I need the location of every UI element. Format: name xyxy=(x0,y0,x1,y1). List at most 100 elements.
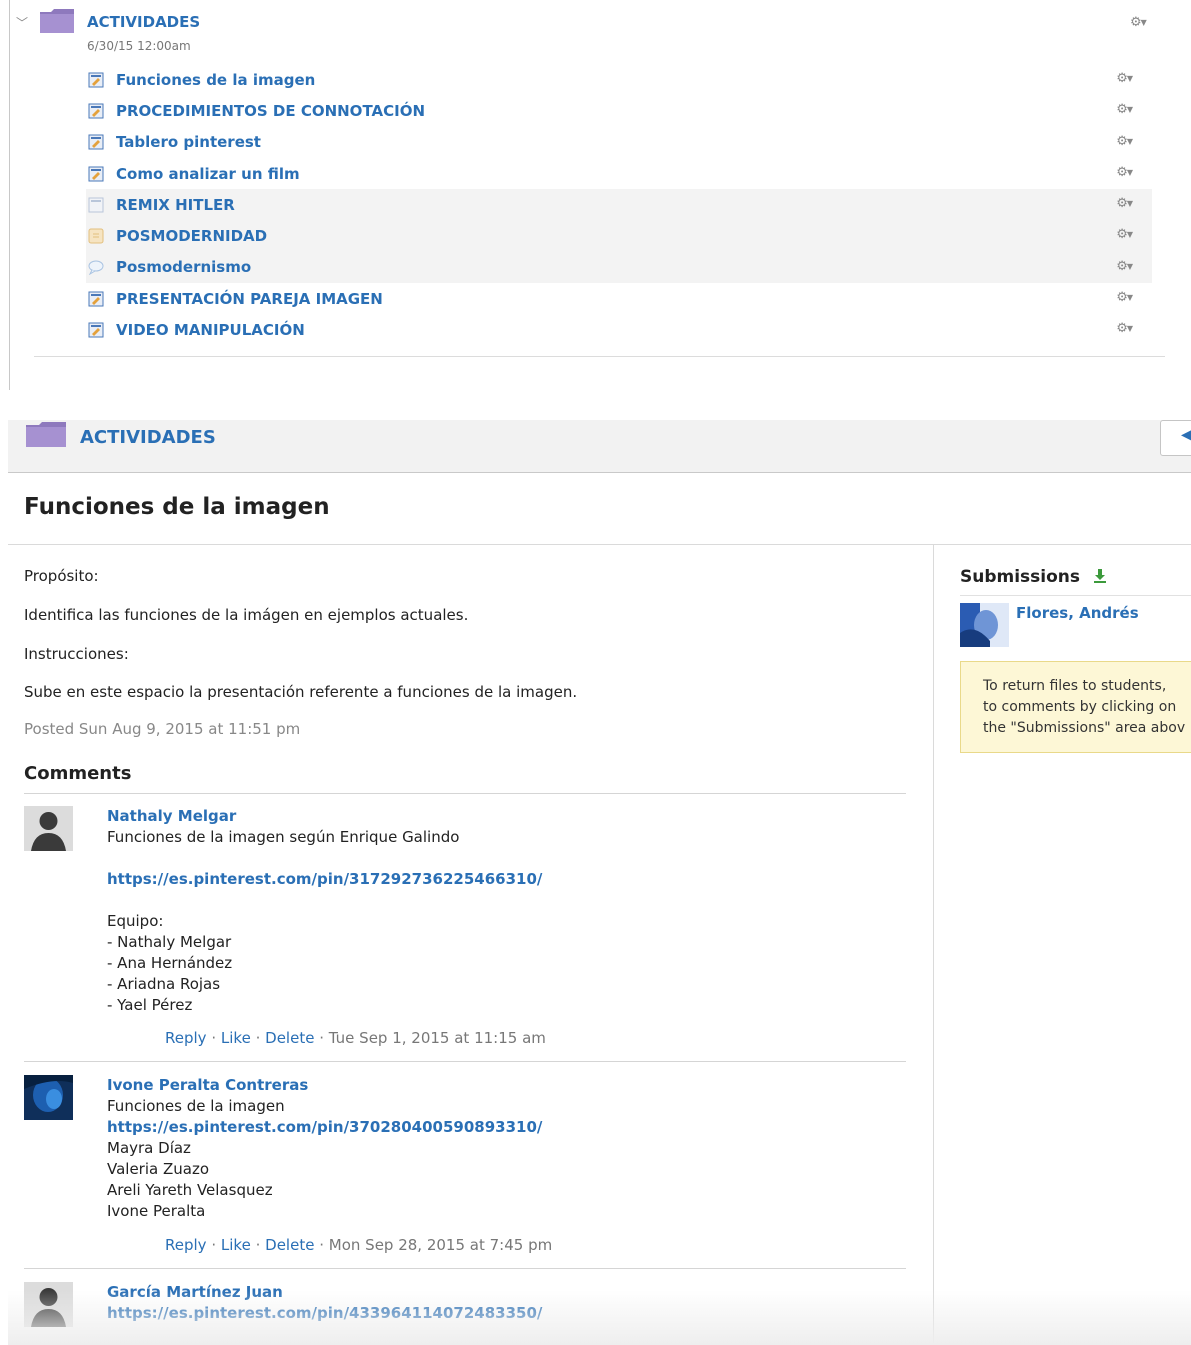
discussion-icon xyxy=(88,260,104,276)
comments-heading: Comments xyxy=(24,763,132,784)
like-link[interactable]: Like xyxy=(221,1236,251,1254)
module-item-label[interactable]: Posmodernismo xyxy=(116,258,251,276)
like-link[interactable]: Like xyxy=(221,1029,251,1047)
item-settings-gear-icon[interactable]: ⚙▼ xyxy=(1116,71,1133,86)
comment-text: Ivone Peralta xyxy=(107,1202,206,1220)
comment-divider xyxy=(24,1061,906,1062)
module-settings-gear-icon[interactable]: ⚙▼ xyxy=(1130,15,1147,30)
separator: · xyxy=(319,1236,324,1254)
module-item-label[interactable]: PRESENTACIÓN PAREJA IMAGEN xyxy=(116,290,383,308)
delete-link[interactable]: Delete xyxy=(265,1236,314,1254)
module-item[interactable]: Funciones de la imagen ⚙▼ xyxy=(86,64,1152,95)
module-item[interactable]: REMIX HITLER ⚙▼ xyxy=(86,189,1152,221)
comment-body: García Martínez Juan https://es.pinteres… xyxy=(107,1282,897,1324)
item-settings-gear-icon[interactable]: ⚙▼ xyxy=(1116,134,1133,149)
module-panel: ﹀ ACTIVIDADES 6/30/15 12:00am ⚙▼ Funcion… xyxy=(0,0,1191,390)
module-item[interactable]: Tablero pinterest ⚙▼ xyxy=(86,127,1152,158)
separator: · xyxy=(255,1236,261,1254)
submissions-title: Submissions xyxy=(960,567,1081,587)
title-divider xyxy=(8,544,1191,545)
item-settings-gear-icon[interactable]: ⚙▼ xyxy=(1116,290,1133,305)
module-item-label[interactable]: VIDEO MANIPULACIÓN xyxy=(116,321,305,339)
comment-text: Mayra Díaz xyxy=(107,1139,191,1157)
assignment-icon xyxy=(88,72,104,88)
assignment-icon xyxy=(88,134,104,150)
separator: · xyxy=(211,1029,217,1047)
comment-text: Funciones de la imagen según Enrique Gal… xyxy=(107,828,460,846)
item-settings-gear-icon[interactable]: ⚙▼ xyxy=(1116,165,1133,180)
page-title: Funciones de la imagen xyxy=(24,494,330,520)
comment-author[interactable]: García Martínez Juan xyxy=(107,1282,897,1303)
item-settings-gear-icon[interactable]: ⚙▼ xyxy=(1116,321,1133,336)
header-module-title[interactable]: ACTIVIDADES xyxy=(80,427,216,448)
module-item-label[interactable]: REMIX HITLER xyxy=(116,196,235,214)
comment-body: Nathaly Melgar Funciones de la imagen se… xyxy=(107,806,897,1016)
assignment-text: Sube en este espacio la presentación ref… xyxy=(24,683,578,701)
collapse-chevron-icon[interactable]: ﹀ xyxy=(16,14,28,31)
comment-text: - Ariadna Rojas xyxy=(107,975,221,993)
comment-text: - Nathaly Melgar xyxy=(107,933,232,951)
assignment-icon xyxy=(88,103,104,119)
separator: · xyxy=(211,1236,217,1254)
item-settings-gear-icon[interactable]: ⚙▼ xyxy=(1116,227,1133,242)
submissions-note: To return files to students, to comments… xyxy=(960,661,1191,753)
comment-link[interactable]: https://es.pinterest.com/pin/37028040059… xyxy=(107,1117,897,1138)
column-divider xyxy=(933,545,934,1345)
avatar xyxy=(24,1282,73,1327)
module-item-label[interactable]: PROCEDIMIENTOS DE CONNOTACIÓN xyxy=(116,102,425,120)
module-item-label[interactable]: Como analizar un film xyxy=(116,165,300,183)
comment-text: Valeria Zuazo xyxy=(107,1160,210,1178)
assignment-text: Propósito: xyxy=(24,567,99,585)
quiz-icon xyxy=(88,228,104,244)
module-divider xyxy=(34,356,1165,357)
item-settings-gear-icon[interactable]: ⚙▼ xyxy=(1116,259,1133,274)
delete-link[interactable]: Delete xyxy=(265,1029,314,1047)
module-header-bar: ACTIVIDADES ◀ xyxy=(8,420,1191,473)
module-date: 6/30/15 12:00am xyxy=(87,39,191,53)
module-item[interactable]: VIDEO MANIPULACIÓN ⚙▼ xyxy=(86,314,1152,345)
module-border xyxy=(9,0,10,390)
comment-actions: Reply · Like · Delete · Mon Sep 28, 2015… xyxy=(165,1236,552,1254)
comment-actions: Reply · Like · Delete · Tue Sep 1, 2015 … xyxy=(165,1029,546,1047)
module-item-label[interactable]: Tablero pinterest xyxy=(116,133,261,151)
module-item-label[interactable]: POSMODERNIDAD xyxy=(116,227,267,245)
avatar xyxy=(960,603,1009,647)
separator: · xyxy=(319,1029,324,1047)
module-item[interactable]: PROCEDIMIENTOS DE CONNOTACIÓN ⚙▼ xyxy=(86,95,1152,126)
module-item-label[interactable]: Funciones de la imagen xyxy=(116,71,315,89)
comment-author[interactable]: Ivone Peralta Contreras xyxy=(107,1075,897,1096)
back-button[interactable]: ◀ xyxy=(1160,420,1191,456)
comment-link[interactable]: https://es.pinterest.com/pin/31729273622… xyxy=(107,869,897,890)
reply-link[interactable]: Reply xyxy=(165,1029,207,1047)
item-settings-gear-icon[interactable]: ⚙▼ xyxy=(1116,196,1133,211)
module-title[interactable]: ACTIVIDADES xyxy=(87,13,200,31)
submission-student[interactable]: Flores, Andrés xyxy=(1016,604,1139,622)
reply-link[interactable]: Reply xyxy=(165,1236,207,1254)
note-line: to comments by clicking on xyxy=(983,699,1177,715)
comment-date: Mon Sep 28, 2015 at 7:45 pm xyxy=(328,1236,553,1254)
separator: · xyxy=(255,1029,261,1047)
comments-divider xyxy=(24,793,906,794)
download-icon[interactable] xyxy=(1092,568,1108,584)
assignment-icon xyxy=(88,166,104,182)
comment-body: Ivone Peralta Contreras Funciones de la … xyxy=(107,1075,897,1222)
item-settings-gear-icon[interactable]: ⚙▼ xyxy=(1116,102,1133,117)
module-item[interactable]: Posmodernismo ⚙▼ xyxy=(86,251,1152,284)
comment-text: Areli Yareth Velasquez xyxy=(107,1181,273,1199)
module-item-list: Funciones de la imagen ⚙▼ PROCEDIMIENTOS… xyxy=(86,64,1152,346)
note-line: To return files to students, xyxy=(983,678,1167,694)
assignment-icon xyxy=(88,322,104,338)
comment-author[interactable]: Nathaly Melgar xyxy=(107,806,897,827)
assignment-icon xyxy=(88,291,104,307)
comment-link[interactable]: https://es.pinterest.com/pin/43396411407… xyxy=(107,1303,897,1324)
assignment-icon xyxy=(88,197,104,213)
comment-date: Tue Sep 1, 2015 at 11:15 am xyxy=(328,1029,546,1047)
note-line: the "Submissions" area abov xyxy=(983,720,1186,736)
avatar xyxy=(24,1075,73,1120)
module-item[interactable]: Como analizar un film ⚙▼ xyxy=(86,158,1152,189)
posted-date: Posted Sun Aug 9, 2015 at 11:51 pm xyxy=(24,720,301,738)
module-item[interactable]: POSMODERNIDAD ⚙▼ xyxy=(86,220,1152,252)
module-item[interactable]: PRESENTACIÓN PAREJA IMAGEN ⚙▼ xyxy=(86,283,1152,314)
comment-text: Equipo: xyxy=(107,912,164,930)
assignment-text: Identifica las funciones de la imágen en… xyxy=(24,606,469,624)
